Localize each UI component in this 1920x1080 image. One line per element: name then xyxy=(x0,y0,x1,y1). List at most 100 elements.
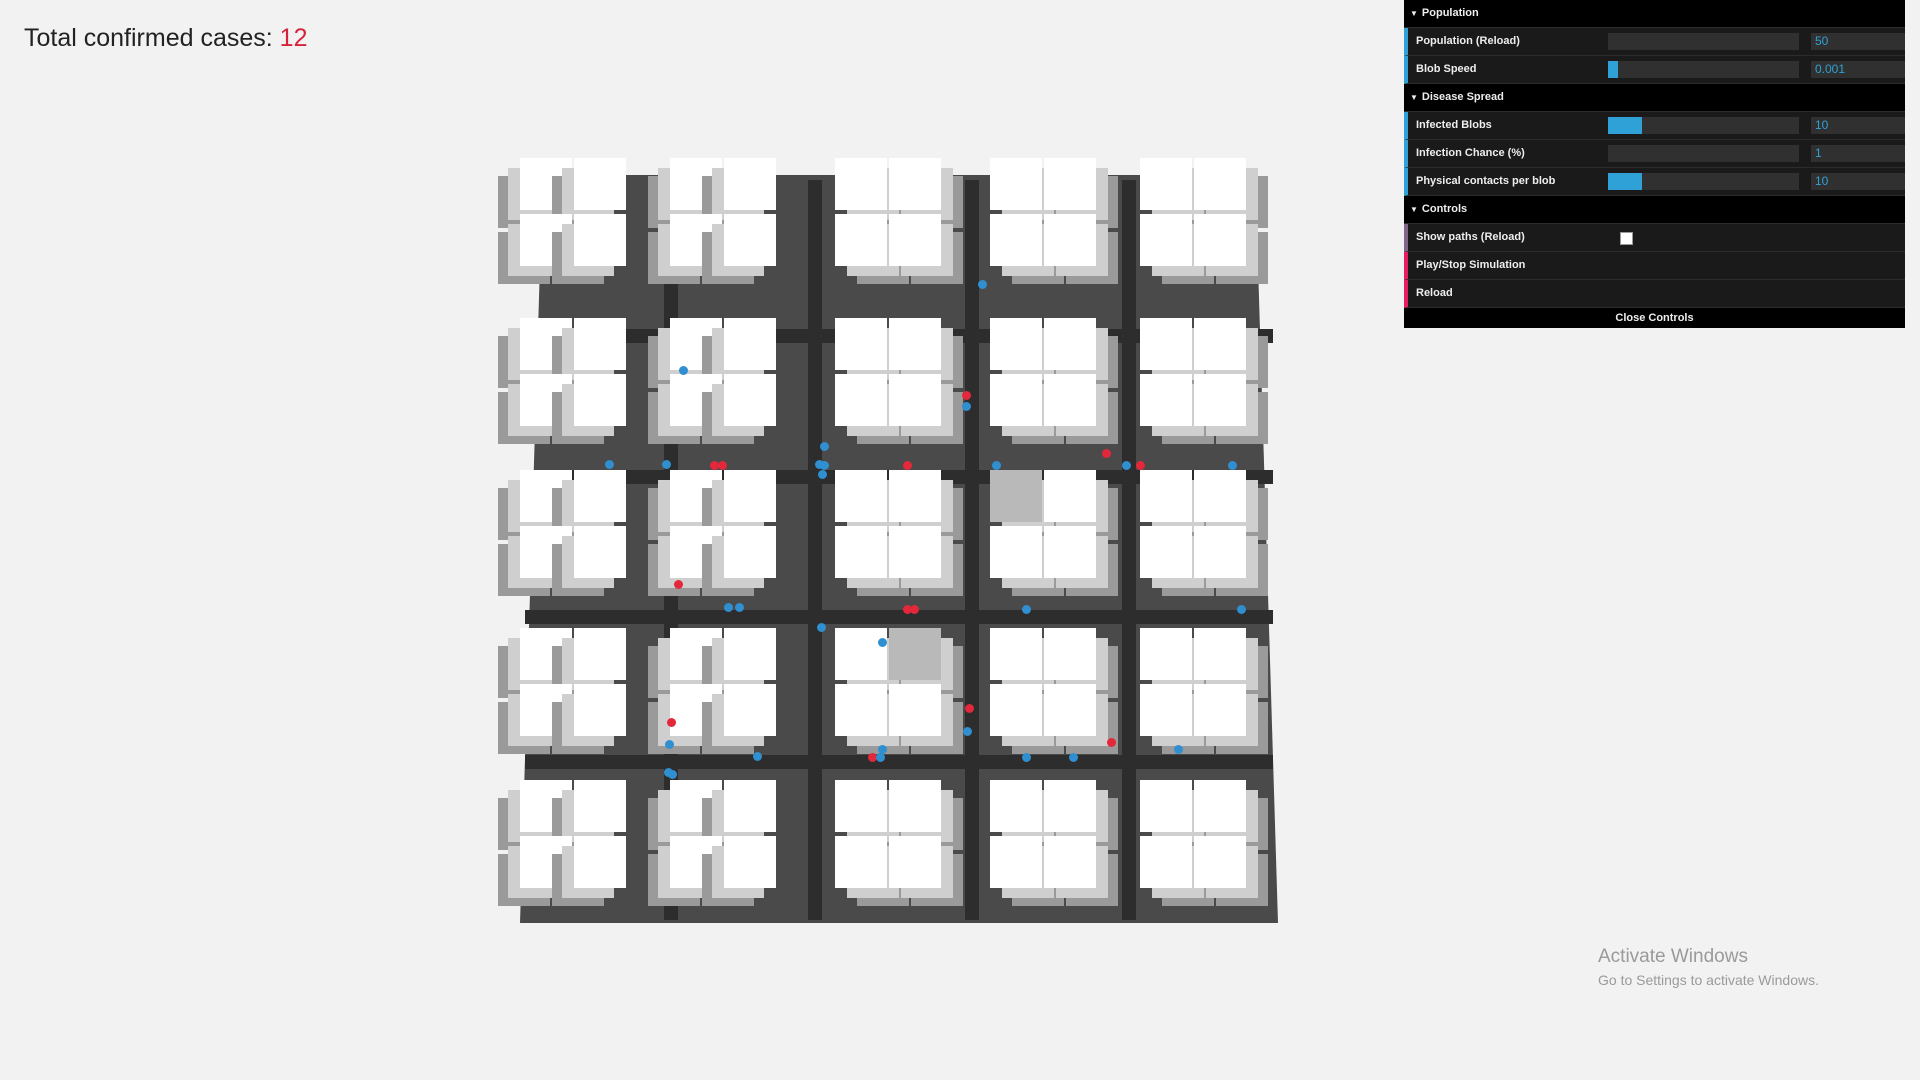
building xyxy=(1044,470,1096,522)
building xyxy=(520,158,572,210)
infected-blobs-control: Infected Blobs xyxy=(1404,112,1905,140)
infection-chance-control: Infection Chance (%) xyxy=(1404,140,1905,168)
building xyxy=(520,318,572,370)
building xyxy=(670,836,722,888)
building xyxy=(835,684,887,736)
watermark-subtitle: Go to Settings to activate Windows. xyxy=(1598,972,1819,988)
healthy-blob xyxy=(820,461,829,470)
infected-blob xyxy=(667,718,676,727)
building xyxy=(1044,684,1096,736)
building xyxy=(1194,318,1246,370)
control-label: Blob Speed xyxy=(1416,63,1477,75)
building xyxy=(889,158,941,210)
building xyxy=(670,526,722,578)
folder-controls[interactable]: ▼ Controls xyxy=(1404,196,1905,224)
building xyxy=(1044,374,1096,426)
building xyxy=(670,158,722,210)
building xyxy=(1044,628,1096,680)
road xyxy=(1122,180,1136,920)
building xyxy=(835,318,887,370)
building xyxy=(574,374,626,426)
infected-blobs-slider[interactable] xyxy=(1608,117,1799,134)
building xyxy=(1044,526,1096,578)
building xyxy=(670,318,722,370)
healthy-blob xyxy=(817,623,826,632)
building xyxy=(574,780,626,832)
contacts-per-blob-input[interactable] xyxy=(1811,173,1905,190)
building xyxy=(1140,836,1192,888)
infected-blob xyxy=(1102,449,1111,458)
controls-panel: ▼Population Population (Reload) Blob Spe… xyxy=(1404,0,1905,328)
building xyxy=(889,318,941,370)
triangle-down-icon: ▼ xyxy=(1410,93,1418,102)
building xyxy=(990,470,1042,522)
infected-blob xyxy=(674,580,683,589)
control-label: Play/Stop Simulation xyxy=(1416,259,1526,271)
building xyxy=(889,214,941,266)
infection-chance-slider[interactable] xyxy=(1608,145,1799,162)
building xyxy=(724,214,776,266)
infected-blob xyxy=(718,461,727,470)
building xyxy=(670,470,722,522)
building xyxy=(1044,214,1096,266)
healthy-blob xyxy=(724,603,733,612)
building xyxy=(835,526,887,578)
building xyxy=(574,684,626,736)
building xyxy=(1140,158,1192,210)
healthy-blob xyxy=(978,280,987,289)
population-slider[interactable] xyxy=(1608,33,1799,50)
building xyxy=(670,214,722,266)
population-input[interactable] xyxy=(1811,33,1905,50)
building xyxy=(574,526,626,578)
building xyxy=(520,374,572,426)
building xyxy=(889,374,941,426)
folder-disease-spread[interactable]: ▼ Disease Spread xyxy=(1404,84,1905,112)
building xyxy=(724,628,776,680)
building xyxy=(1140,318,1192,370)
control-label: Physical contacts per blob xyxy=(1416,175,1556,187)
building xyxy=(574,214,626,266)
building xyxy=(889,780,941,832)
show-paths-checkbox[interactable] xyxy=(1620,232,1633,245)
infected-blob xyxy=(1107,738,1116,747)
blob-speed-slider[interactable] xyxy=(1608,61,1799,78)
healthy-blob xyxy=(878,638,887,647)
building xyxy=(520,214,572,266)
contacts-per-blob-slider[interactable] xyxy=(1608,173,1799,190)
building xyxy=(1044,836,1096,888)
building xyxy=(889,470,941,522)
building xyxy=(520,780,572,832)
building xyxy=(1194,836,1246,888)
close-controls-button[interactable]: Close Controls xyxy=(1404,308,1905,328)
blob-speed-input[interactable] xyxy=(1811,61,1905,78)
building xyxy=(1194,158,1246,210)
building xyxy=(1044,158,1096,210)
healthy-blob xyxy=(1122,461,1131,470)
infected-blobs-input[interactable] xyxy=(1811,117,1905,134)
healthy-blob xyxy=(962,402,971,411)
building xyxy=(835,836,887,888)
play-stop-button[interactable]: Play/Stop Simulation xyxy=(1404,252,1905,280)
control-label: Infected Blobs xyxy=(1416,119,1492,131)
building xyxy=(724,374,776,426)
building xyxy=(835,214,887,266)
building xyxy=(889,628,941,680)
control-label: Show paths (Reload) xyxy=(1416,231,1525,243)
building xyxy=(990,214,1042,266)
building xyxy=(724,470,776,522)
infection-chance-input[interactable] xyxy=(1811,145,1905,162)
folder-title-label: Population xyxy=(1421,7,1479,19)
building xyxy=(1140,526,1192,578)
reload-button[interactable]: Reload xyxy=(1404,280,1905,308)
healthy-blob xyxy=(735,603,744,612)
infected-blob xyxy=(910,605,919,614)
building xyxy=(1140,470,1192,522)
building xyxy=(670,628,722,680)
folder-population[interactable]: ▼ Population xyxy=(1404,0,1905,28)
building xyxy=(990,374,1042,426)
road xyxy=(525,755,1273,769)
building xyxy=(990,526,1042,578)
folder-title-label: Disease Spread xyxy=(1421,91,1504,103)
healthy-blob xyxy=(605,460,614,469)
building xyxy=(835,780,887,832)
